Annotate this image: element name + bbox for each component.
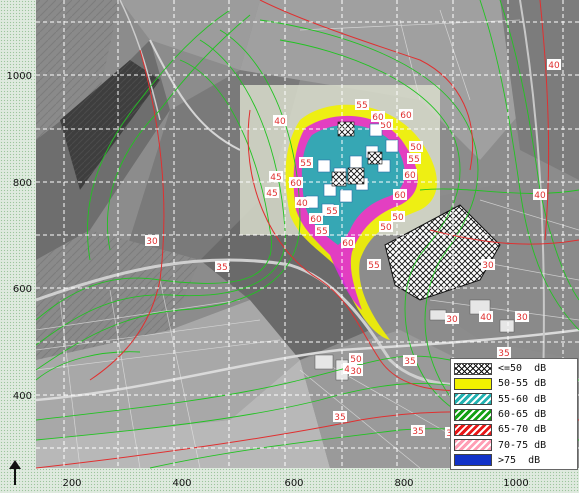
legend-swatch: [454, 393, 492, 406]
x-tick-label: 600: [284, 478, 303, 489]
contour-value-label: 50: [392, 213, 404, 223]
legend-swatch: [454, 454, 492, 467]
contour-value-label: 60: [394, 191, 406, 201]
contour-value-label: 30: [482, 261, 494, 271]
legend-entry: 65-70 dB: [454, 422, 574, 437]
legend-swatch: [454, 408, 492, 421]
contour-value-label: 55: [408, 155, 419, 165]
contour-value-label: 30: [350, 367, 362, 377]
legend-swatch: [454, 377, 492, 390]
x-tick-label: 200: [62, 478, 81, 489]
legend-label: 70-75 dB: [498, 439, 547, 451]
legend-swatch: [454, 423, 492, 436]
legend-entry: 70-75 dB: [454, 437, 574, 452]
contour-value-label: 40: [534, 191, 546, 201]
contour-value-label: 40: [480, 313, 492, 323]
y-tick-label: 600: [13, 284, 32, 295]
contour-value-label: 35: [404, 357, 415, 367]
legend: <=50 dB 50-55 dB 55-60 dB 60-65 dB 65-70…: [450, 358, 578, 470]
x-tick-label: 800: [394, 478, 413, 489]
x-tick-label: 400: [172, 478, 191, 489]
contour-value-label: 60: [342, 239, 354, 249]
legend-label: 60-65 dB: [498, 409, 547, 421]
y-tick-label: 400: [13, 391, 32, 402]
x-tick-label: 1000: [503, 478, 528, 489]
contour-value-label: 60: [404, 171, 416, 181]
y-tick-label: 1000: [7, 71, 32, 82]
contour-value-label: 40: [296, 199, 308, 209]
noise-map-frame: 55 40 50 60 60 55 45 60 50 55 60 55 50 60 45 40 50 60 55 60…: [0, 0, 579, 493]
contour-value-label: 30: [446, 315, 458, 325]
legend-entry: >75 dB: [454, 453, 574, 468]
contour-value-label: 50: [410, 143, 422, 153]
legend-label: 55-60 dB: [498, 393, 547, 405]
contour-value-label: 40: [548, 61, 560, 71]
legend-entry: 60-65 dB: [454, 407, 574, 422]
legend-label: >75 dB: [498, 454, 541, 466]
legend-swatch: [454, 439, 492, 452]
contour-value-label: 30: [146, 237, 158, 247]
contour-value-label: 60: [290, 179, 302, 189]
contour-value-label: 35: [334, 413, 345, 423]
contour-value-label: 30: [516, 313, 528, 323]
contour-value-label: 60: [310, 215, 322, 225]
contour-value-label: 40: [274, 117, 286, 127]
contour-value-label: 55: [356, 101, 367, 111]
contour-value-label: 50: [380, 223, 392, 233]
north-arrow-icon: [9, 460, 21, 485]
legend-entry: <=50 dB: [454, 361, 574, 376]
legend-swatch: [454, 362, 492, 375]
contour-value-label: 35: [216, 263, 227, 273]
contour-value-label: 35: [412, 427, 423, 437]
contour-value-label: 55: [326, 207, 337, 217]
legend-entry: 50-55 dB: [454, 376, 574, 391]
y-axis: 1000 800 600 400: [7, 71, 32, 402]
legend-label: 50-55 dB: [498, 378, 547, 390]
contour-value-label: 60: [400, 111, 412, 121]
contour-value-label: 55: [316, 227, 327, 237]
contour-value-label: 55: [368, 261, 379, 271]
contour-value-label: 45: [270, 173, 281, 183]
x-axis: 200 400 600 800 1000: [62, 478, 528, 489]
contour-value-label: 55: [300, 159, 311, 169]
y-tick-label: 800: [13, 178, 32, 189]
contour-value-label: 45: [266, 189, 277, 199]
legend-label: <=50 dB: [498, 363, 547, 375]
contour-value-label: 60: [372, 113, 384, 123]
legend-label: 65-70 dB: [498, 424, 547, 436]
legend-entry: 55-60 dB: [454, 392, 574, 407]
